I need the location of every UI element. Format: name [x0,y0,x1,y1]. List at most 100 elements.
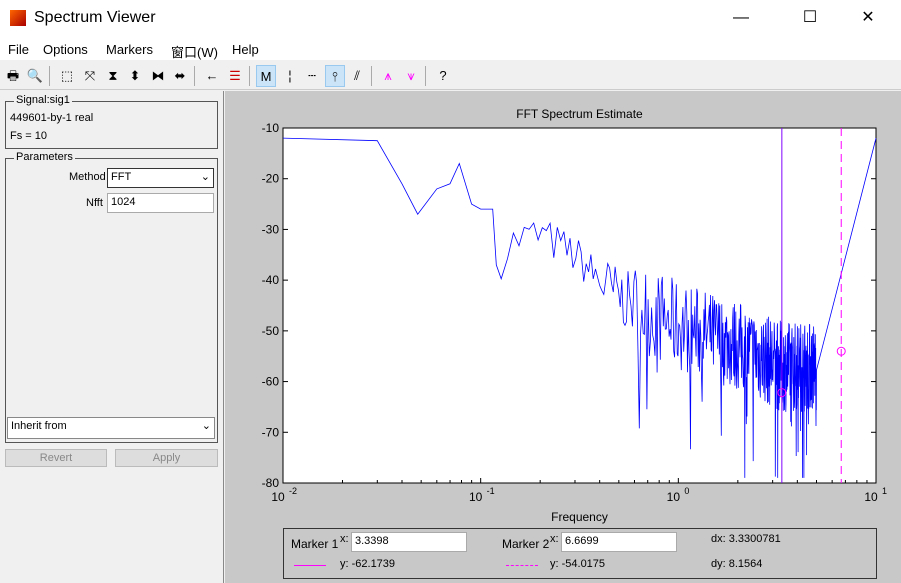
zoom-out-icon: ⤧ [84,68,96,83]
x-tick-exponent: 1 [882,486,887,496]
nfft-input[interactable]: 1024 [107,193,214,213]
method-select[interactable]: FFT ⌄ [107,168,214,188]
chevron-down-icon: ⌄ [201,420,211,432]
y-tick-label: -80 [262,476,280,490]
marker1-line-style [294,565,326,566]
print-preview-button[interactable]: 🔍 [25,65,45,87]
horizontal-markers-icon: ┄ [308,68,316,83]
menu-help[interactable]: Help [232,42,259,57]
x-tick-exponent: -1 [487,486,495,496]
peaks-icon: ⩚ [384,68,392,83]
x-axis-label: Frequency [551,510,608,524]
x-tick-exponent: 0 [684,486,689,496]
title-bar: Spectrum Viewer — ☐ ✕ [0,0,901,38]
y-tick-label: -30 [262,222,280,236]
signal-group: Signal:sig1 449601-by-1 real Fs = 10 [5,94,218,149]
maximize-button[interactable]: ☐ [787,4,833,32]
toolbar-separator [425,66,426,86]
menu-window[interactable]: 窗口(W) [171,42,218,61]
apply-button[interactable]: Apply [115,449,218,467]
toolbar-separator [49,66,50,86]
y-tick-label: -60 [262,375,280,389]
x-tick-label: 10 [864,490,878,504]
x-tick-label: 10 [469,490,483,504]
zoom-out-button[interactable]: ⤧ [80,65,100,87]
inherit-from-select[interactable]: Inherit from ⌄ [7,417,215,439]
track-markers-button[interactable]: ⫯ [325,65,345,87]
toolbar-separator [249,66,250,86]
y-tick-label: -10 [262,121,280,135]
menu-file[interactable]: File [8,42,29,57]
line-style-button[interactable]: ☰ [225,65,245,87]
x-tick-exponent: -2 [289,486,297,496]
marker-dx: dx: 3.3300781 [711,533,781,545]
signal-legend: Signal:sig1 [14,94,72,106]
print-preview-icon: 🔍 [26,68,44,83]
whats-this-button[interactable]: ? [433,65,453,87]
window-title: Spectrum Viewer [34,9,156,26]
x-tick-label: 10 [271,490,285,504]
track-markers-icon: ⫯ [332,69,338,84]
vertical-markers-button[interactable]: ¦ [280,65,300,87]
parameters-group: Parameters Method FFT ⌄ Nfft 1024 [5,151,218,443]
marker1-y: y: -62.1739 [340,558,396,570]
plot-area [282,127,877,484]
marker-dy: dy: 8.1564 [711,558,763,570]
y-tick-label: -40 [262,273,280,287]
marker2-x-label: x: [550,533,559,545]
matlab-logo-icon [10,10,26,26]
toolbar-separator [371,66,372,86]
printer-icon: 🖶 [6,68,20,83]
slope-markers-icon: ⫽ [354,68,360,83]
chart-title: FFT Spectrum Estimate [516,107,643,121]
marker2-x-input[interactable]: 6.6699 [561,532,677,552]
horizontal-zoom-in-button[interactable]: ⧓ [148,65,168,87]
signal-fs: Fs = 10 [10,130,47,142]
y-tick-label: -70 [262,425,280,439]
minimize-button[interactable]: — [718,4,764,32]
horizontal-zoom-in-icon: ⧓ [151,68,165,83]
marker1-label: Marker 1 [291,537,339,551]
marker2-y: y: -54.0175 [550,558,606,570]
peaks-button[interactable]: ⩚ [378,65,398,87]
parameters-legend: Parameters [14,151,75,163]
horizontal-zoom-out-button[interactable]: ⬌ [170,65,190,87]
y-tick-label: -20 [262,172,280,186]
vertical-zoom-in-icon: ⧗ [108,68,118,83]
vertical-markers-icon: ¦ [288,68,292,83]
inherit-value: Inherit from [11,420,67,432]
slope-markers-button[interactable]: ⫽ [347,65,367,87]
method-label: Method [69,171,106,183]
spectrum-plot[interactable]: FFT Spectrum EstimateFrequency-10-20-30-… [225,91,901,531]
markers-on-off-button[interactable]: M [256,65,276,87]
horizontal-markers-button[interactable]: ┄ [302,65,322,87]
method-value: FFT [111,171,132,183]
vertical-zoom-out-button[interactable]: ⬍ [125,65,145,87]
vertical-zoom-out-icon: ⬍ [129,68,141,83]
close-button[interactable]: ✕ [845,4,891,32]
marker2-label: Marker 2 [502,537,550,551]
chevron-down-icon: ⌄ [200,171,210,183]
zoom-box-button[interactable]: ⬚ [57,65,77,87]
printer-button[interactable]: 🖶 [3,65,23,87]
nfft-label: Nfft [86,197,103,209]
valleys-button[interactable]: ⩛ [401,65,421,87]
marker-panel: Marker 1 x: 3.3398 y: -62.1739 Marker 2 … [283,528,877,579]
y-tick-label: -50 [262,324,280,338]
toolbar: 🖶 🔍 ⬚ ⤧ ⧗ ⬍ ⧓ ⬌ ← ☰ M ¦ ┄ ⫯ ⫽ ⩚ ⩛? [0,62,901,90]
marker1-x-input[interactable]: 3.3398 [351,532,467,552]
select-signal-button[interactable]: ← [202,65,222,87]
whats-this-icon: ? [439,68,447,83]
valleys-icon: ⩛ [407,68,415,83]
select-signal-icon: ← [205,68,219,83]
markers-on-off-icon: M [260,69,272,84]
menu-bar: File Options Markers 窗口(W) Help [0,38,901,60]
signal-size: 449601-by-1 real [10,112,94,124]
zoom-box-icon: ⬚ [60,68,74,83]
x-tick-label: 10 [667,490,681,504]
menu-markers[interactable]: Markers [106,42,153,57]
menu-options[interactable]: Options [43,42,88,57]
revert-button[interactable]: Revert [5,449,107,467]
vertical-zoom-in-button[interactable]: ⧗ [103,65,123,87]
left-panel: Signal:sig1 449601-by-1 real Fs = 10 Par… [0,91,224,583]
